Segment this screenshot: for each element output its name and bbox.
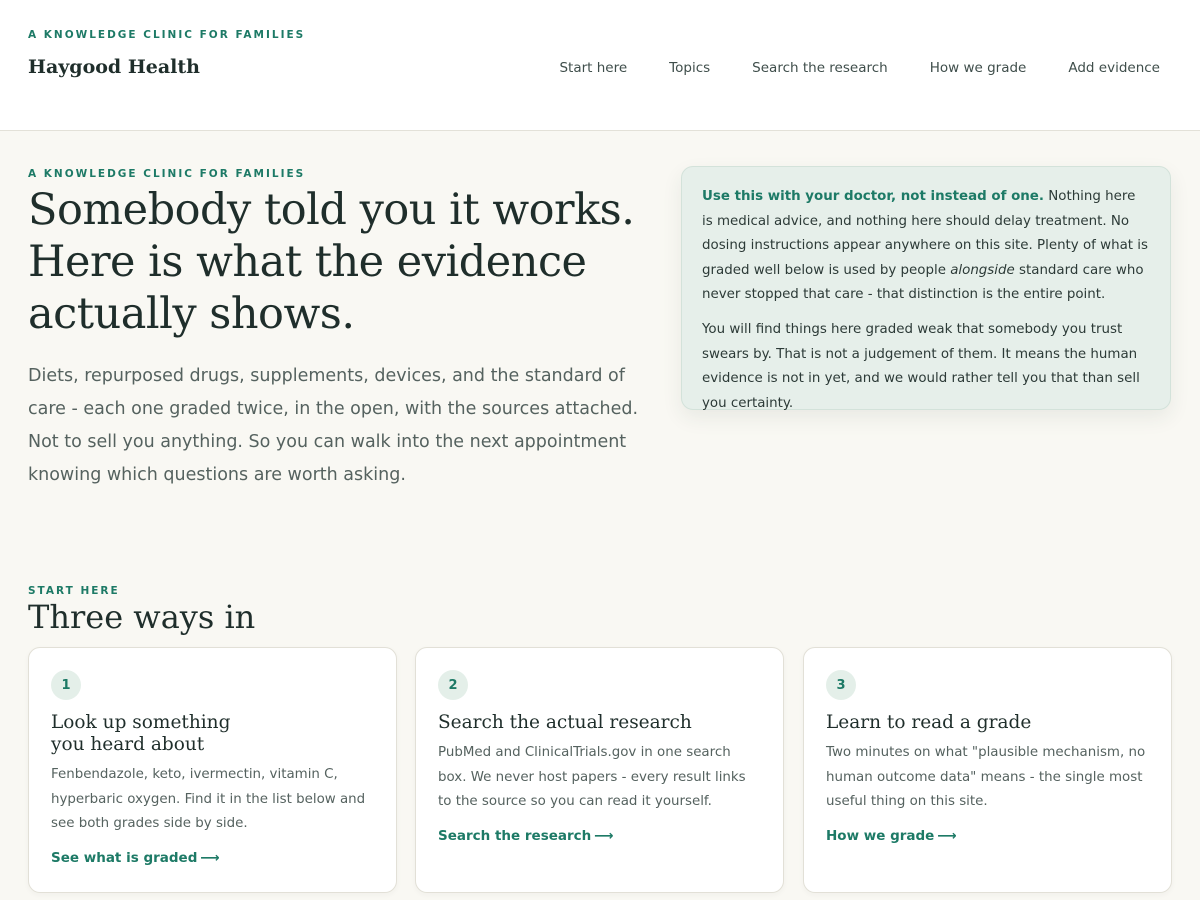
medical-disclaimer-notice: Use this with your doctor, not instead o… (681, 166, 1171, 411)
nav-start-here[interactable]: Start here (559, 60, 627, 76)
card-search-research: 2 Search the actual research PubMed and … (415, 647, 784, 893)
notice-emphasis: alongside (950, 262, 1015, 278)
nav-add-evidence[interactable]: Add evidence (1068, 60, 1160, 76)
card-title: Look up something you heard about (51, 712, 231, 755)
arrow-right-icon: ⟶ (594, 827, 614, 844)
nav-search-the-research[interactable]: Search the research (752, 60, 888, 76)
site-header: A KNOWLEDGE CLINIC FOR FAMILIES Haygood … (0, 0, 1200, 131)
card-look-up: 1 Look up something you heard about Fenb… (28, 647, 397, 893)
card-body: Fenbendazole, keto, ivermectin, vitamin … (51, 767, 366, 831)
main-nav: Start here Topics Search the research Ho… (517, 60, 1160, 76)
hero-eyebrow: A KNOWLEDGE CLINIC FOR FAMILIES (28, 168, 306, 180)
card-link-how-we-grade[interactable]: How we grade ⟶ (826, 828, 957, 844)
card-title: Learn to read a grade (826, 712, 1032, 733)
brand-eyebrow: A KNOWLEDGE CLINIC FOR FAMILIES (28, 29, 306, 41)
card-body: Two minutes on what "plausible mechanism… (826, 745, 1146, 809)
notice-paragraph-2: You will find things here graded weak th… (702, 321, 1140, 411)
nav-topics[interactable]: Topics (669, 60, 710, 76)
arrow-right-icon: ⟶ (200, 849, 220, 866)
card-link-label: Search the research (438, 827, 592, 844)
card-title: Search the actual research (438, 712, 692, 733)
notice-lead: Use this with your doctor, not instead o… (702, 189, 1044, 204)
card-body: PubMed and ClinicalTrials.gov in one sea… (438, 745, 746, 809)
brand-logo[interactable]: Haygood Health (28, 56, 200, 78)
card-number-badge: 1 (51, 670, 81, 700)
hero-title: Somebody told you it works. Here is what… (28, 185, 635, 339)
card-link-see-what-is-graded[interactable]: See what is graded ⟶ (51, 850, 220, 866)
notice-paragraph-1: Use this with your doctor, not instead o… (702, 185, 1150, 308)
section-title: Three ways in (28, 598, 256, 636)
hero-lede: Diets, repurposed drugs, supplements, de… (28, 366, 639, 485)
card-link-label: How we grade (826, 827, 935, 844)
nav-how-we-grade[interactable]: How we grade (930, 60, 1027, 76)
card-number-badge: 3 (826, 670, 856, 700)
card-number-badge: 2 (438, 670, 468, 700)
card-link-label: See what is graded (51, 849, 198, 866)
card-link-search-the-research[interactable]: Search the research ⟶ (438, 828, 614, 844)
card-read-a-grade: 3 Learn to read a grade Two minutes on w… (803, 647, 1172, 893)
section-eyebrow: START HERE (28, 585, 120, 597)
arrow-right-icon: ⟶ (937, 827, 957, 844)
